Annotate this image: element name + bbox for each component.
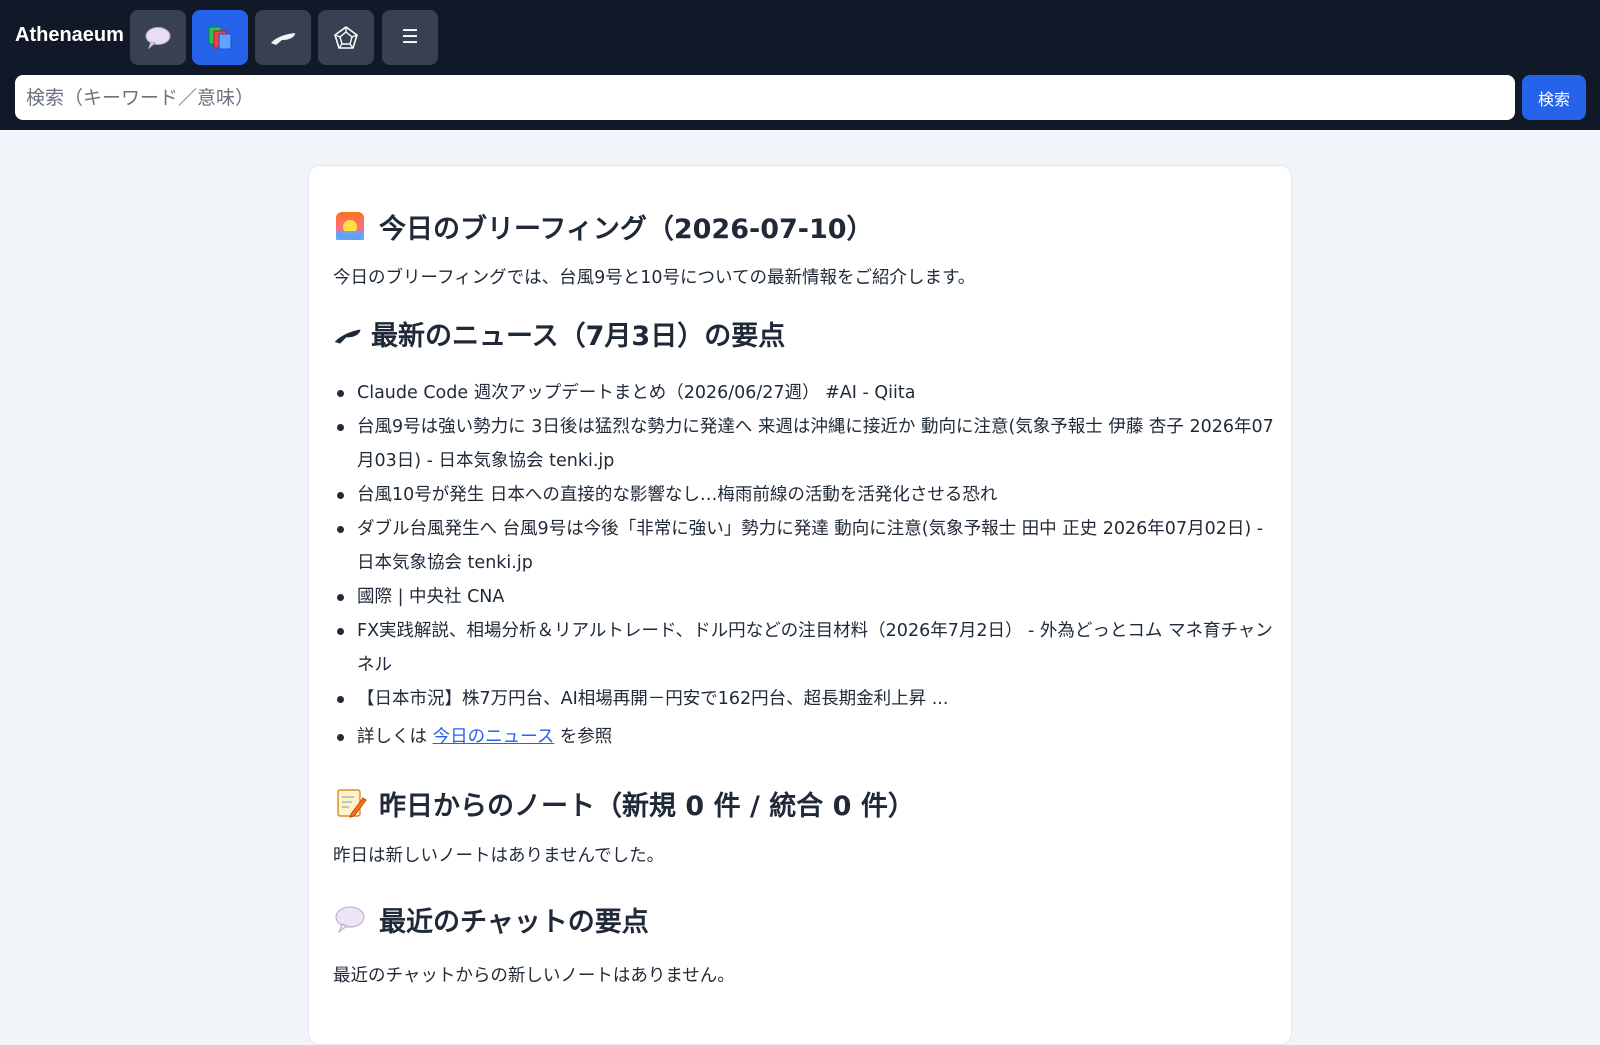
- app-brand[interactable]: Athenaeum: [15, 24, 124, 47]
- newspaper-icon: [271, 32, 295, 45]
- newspaper-icon: [334, 329, 361, 344]
- news-list: Claude Code 週次アップデートまとめ（2026/06/27週） #AI…: [333, 376, 1275, 754]
- search-button[interactable]: 検索: [1522, 75, 1586, 120]
- search-input[interactable]: [15, 75, 1515, 120]
- briefing-heading: 今日のブリーフィング（2026-07-10）: [333, 198, 1275, 254]
- briefing-content: 今日のブリーフィング（2026-07-10） 今日のブリーフィングでは、台風9号…: [333, 198, 1275, 990]
- news-item: ダブル台風発生へ 台風9号は今後「非常に強い」勢力に発達 動向に注意(気象予報士…: [333, 512, 1275, 580]
- chat-nav-button[interactable]: [130, 10, 186, 65]
- news-details-item: 詳しくは 今日のニュース を参照: [333, 720, 1275, 754]
- details-suffix: を参照: [559, 727, 613, 747]
- memo-icon: [337, 789, 367, 818]
- graph-nav-button[interactable]: [318, 10, 374, 65]
- today-news-link[interactable]: 今日のニュース: [433, 727, 555, 747]
- chat-section-heading: 最近のチャットの要点: [333, 896, 1275, 942]
- news-item: 【日本市況】株7万円台、AI相場再開－円安で162円台、超長期金利上昇 ...: [333, 682, 1275, 716]
- chat-body: 最近のチャットからの新しいノートはありません。: [333, 966, 735, 986]
- network-graph-icon: [334, 25, 358, 49]
- menu-icon: ☰: [401, 27, 419, 48]
- news-item: 台風9号は強い勢力に 3日後は猛烈な勢力に発達へ 来週は沖縄に接近か 動向に注意…: [333, 410, 1275, 478]
- notes-body: 昨日は新しいノートはありませんでした。: [333, 846, 665, 866]
- briefing-card: 今日のブリーフィング（2026-07-10） 今日のブリーフィングでは、台風9号…: [308, 165, 1292, 1045]
- chat-bubble-icon: [145, 26, 171, 50]
- notes-heading-text: 昨日からのノート（新規 0 件 / 統合 0 件）: [379, 790, 915, 822]
- news-item: FX実践解説、相場分析＆リアルトレード、ドル円などの注目材料（2026年7月2日…: [333, 614, 1275, 682]
- news-item: 台風10号が発生 日本への直接的な影響なし…梅雨前線の活動を活発化させる恐れ: [333, 478, 1275, 512]
- menu-nav-button[interactable]: ☰: [382, 10, 438, 65]
- library-nav-button[interactable]: [192, 10, 248, 65]
- news-heading-text: 最新のニュース（7月3日）の要点: [371, 320, 786, 352]
- sunrise-icon: [336, 212, 364, 240]
- news-section-heading: 最新のニュース（7月3日）の要点: [333, 312, 1275, 354]
- chat-heading-text: 最近のチャットの要点: [379, 906, 649, 938]
- top-navigation-bar: Athenaeum ☰ 検索: [0, 0, 1600, 130]
- details-prefix: 詳しくは: [357, 727, 427, 747]
- briefing-title: 今日のブリーフィング（2026-07-10）: [379, 213, 874, 245]
- chat-bubble-icon: [335, 906, 365, 934]
- briefing-intro: 今日のブリーフィングでは、台風9号と10号についての最新情報をご紹介します。: [333, 268, 976, 288]
- books-icon: [208, 26, 232, 49]
- news-item: Claude Code 週次アップデートまとめ（2026/06/27週） #AI…: [333, 376, 1275, 410]
- news-item: 國際 | 中央社 CNA: [333, 580, 1275, 614]
- news-nav-button[interactable]: [255, 10, 311, 65]
- notes-section-heading: 昨日からのノート（新規 0 件 / 統合 0 件）: [333, 780, 1275, 826]
